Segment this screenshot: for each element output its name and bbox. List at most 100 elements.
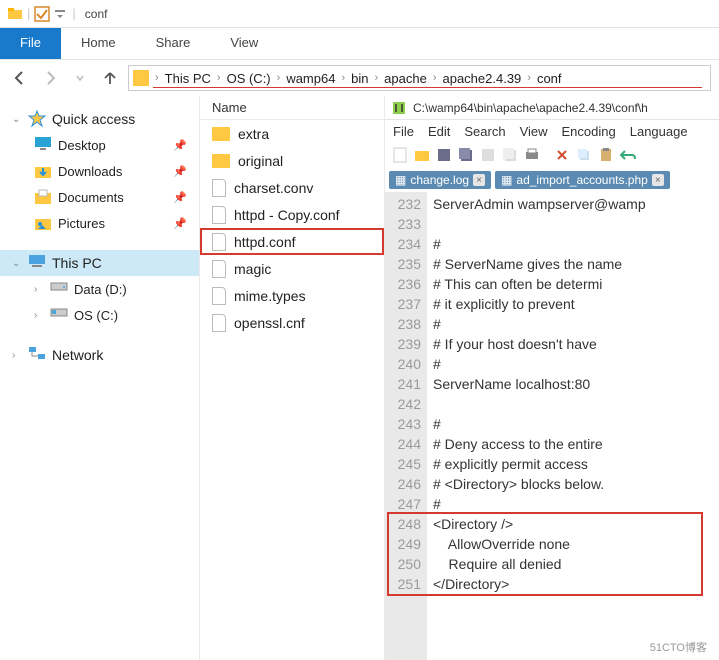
npp-menu-file[interactable]: File <box>393 124 414 139</box>
undo-icon[interactable] <box>619 146 637 164</box>
list-item[interactable]: httpd.conf <box>200 228 384 255</box>
close-icon[interactable] <box>479 146 497 164</box>
crumb-thispc[interactable]: This PC <box>161 71 215 86</box>
separator: | <box>72 6 75 21</box>
list-item[interactable]: extra <box>200 120 384 147</box>
list-item[interactable]: original <box>200 147 384 174</box>
npp-menu-encoding[interactable]: Encoding <box>562 124 616 139</box>
separator: | <box>27 6 30 21</box>
list-item[interactable]: charset.conv <box>200 174 384 201</box>
crumb-os[interactable]: OS (C:) <box>223 71 275 86</box>
tab-file[interactable]: File <box>0 28 61 59</box>
sidebar-network[interactable]: › Network <box>0 342 199 368</box>
documents-icon <box>34 188 52 206</box>
save-icon[interactable] <box>435 146 453 164</box>
file-list: Name extra original charset.convhttpd - Co… <box>200 96 385 660</box>
sidebar-label: Desktop <box>58 138 106 153</box>
breadcrumb[interactable]: › This PC › OS (C:) › wamp64 › bin › apa… <box>128 65 711 91</box>
notepad-plus-plus-window: C:\wamp64\bin\apache\apache2.4.39\conf\h… <box>385 96 719 660</box>
npp-title-text: C:\wamp64\bin\apache\apache2.4.39\conf\h <box>413 101 648 115</box>
address-bar: › This PC › OS (C:) › wamp64 › bin › apa… <box>0 60 719 96</box>
crumb-apache[interactable]: apache <box>380 71 431 86</box>
annotation-underline <box>153 87 702 88</box>
caret-icon: › <box>34 310 44 321</box>
tab-share[interactable]: Share <box>136 28 211 59</box>
new-file-icon[interactable] <box>391 146 409 164</box>
list-item-label: httpd.conf <box>234 234 296 250</box>
chevron-right-icon[interactable]: › <box>431 72 439 84</box>
window-title: conf <box>85 7 108 21</box>
separator <box>545 146 549 164</box>
list-item-label: magic <box>234 261 271 277</box>
tab-home[interactable]: Home <box>61 28 136 59</box>
sidebar-label: Data (D:) <box>74 282 127 297</box>
pin-icon: 📌 <box>173 217 187 230</box>
npp-menu-view[interactable]: View <box>520 124 548 139</box>
back-button[interactable] <box>8 66 32 90</box>
chevron-right-icon[interactable]: › <box>372 72 380 84</box>
list-item[interactable]: mime.types <box>200 282 384 309</box>
paste-icon[interactable] <box>597 146 615 164</box>
npp-editor[interactable]: 2322332342352362372382392402412422432442… <box>385 192 719 660</box>
chevron-right-icon[interactable]: › <box>339 72 347 84</box>
up-button[interactable] <box>98 66 122 90</box>
crumb-conf[interactable]: conf <box>533 71 566 86</box>
caret-icon: ⌄ <box>12 114 22 125</box>
star-icon <box>28 110 46 128</box>
close-tab-icon[interactable]: × <box>652 174 664 186</box>
sidebar-thispc[interactable]: ⌄ This PC <box>0 250 199 276</box>
file-icon <box>212 260 226 278</box>
recent-dropdown[interactable] <box>68 66 92 90</box>
crumb-bin[interactable]: bin <box>347 71 372 86</box>
pictures-icon <box>34 214 52 232</box>
sidebar-label: Network <box>52 347 103 363</box>
npp-menu-edit[interactable]: Edit <box>428 124 450 139</box>
npp-menu-language[interactable]: Language <box>630 124 688 139</box>
dropdown-icon[interactable] <box>51 5 69 23</box>
sidebar-quickaccess[interactable]: ⌄ Quick access <box>0 106 199 132</box>
tab-view[interactable]: View <box>210 28 278 59</box>
crumb-apache2439[interactable]: apache2.4.39 <box>438 71 525 86</box>
sidebar-os-drive[interactable]: › OS (C:) <box>0 302 199 328</box>
print-icon[interactable] <box>523 146 541 164</box>
file-icon <box>212 287 226 305</box>
drive-icon <box>50 306 68 324</box>
npp-tab-adimport[interactable]: ▦ ad_import_accounts.php × <box>495 171 670 189</box>
sidebar-label: This PC <box>52 255 102 271</box>
sidebar-downloads[interactable]: Downloads 📌 <box>0 158 199 184</box>
line-number-gutter: 2322332342352362372382392402412422432442… <box>385 192 427 660</box>
close-tab-icon[interactable]: × <box>473 174 485 186</box>
column-header-name[interactable]: Name <box>200 96 384 120</box>
list-item[interactable]: httpd - Copy.conf <box>200 201 384 228</box>
cut-icon[interactable] <box>553 146 571 164</box>
crumb-wamp64[interactable]: wamp64 <box>282 71 339 86</box>
open-file-icon[interactable] <box>413 146 431 164</box>
sidebar-data-drive[interactable]: › Data (D:) <box>0 276 199 302</box>
chevron-right-icon[interactable]: › <box>525 72 533 84</box>
desktop-icon <box>34 136 52 154</box>
forward-button[interactable] <box>38 66 62 90</box>
network-icon <box>28 346 46 364</box>
npp-menu-search[interactable]: Search <box>464 124 505 139</box>
npp-tab-label: change.log <box>410 173 469 187</box>
list-item-label: original <box>238 153 283 169</box>
close-all-icon[interactable] <box>501 146 519 164</box>
sidebar-documents[interactable]: Documents 📌 <box>0 184 199 210</box>
chevron-right-icon[interactable]: › <box>215 72 223 84</box>
sidebar-label: Documents <box>58 190 124 205</box>
sidebar-desktop[interactable]: Desktop 📌 <box>0 132 199 158</box>
npp-tab-changelog[interactable]: ▦ change.log × <box>389 171 491 189</box>
copy-icon[interactable] <box>575 146 593 164</box>
chevron-right-icon[interactable]: › <box>153 72 161 84</box>
folder-icon <box>6 5 24 23</box>
list-item[interactable]: magic <box>200 255 384 282</box>
main-area: ⌄ Quick access Desktop 📌 Downloads 📌 Doc… <box>0 96 719 660</box>
caret-icon: › <box>12 350 22 361</box>
code-area[interactable]: ServerAdmin wampserver@wamp ## ServerNam… <box>427 192 719 660</box>
checkbox-icon[interactable] <box>33 5 51 23</box>
save-all-icon[interactable] <box>457 146 475 164</box>
file-icon <box>212 233 226 251</box>
list-item[interactable]: openssl.cnf <box>200 309 384 336</box>
sidebar-pictures[interactable]: Pictures 📌 <box>0 210 199 236</box>
chevron-right-icon[interactable]: › <box>275 72 283 84</box>
